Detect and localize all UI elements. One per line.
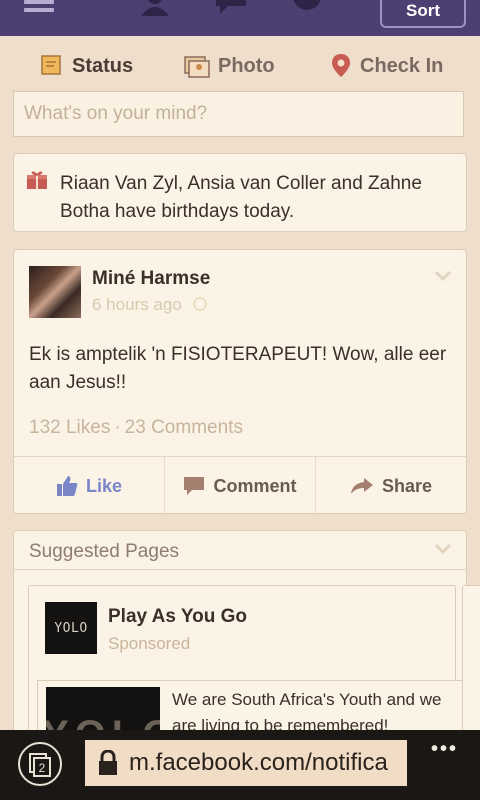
next-suggested-page-card[interactable] — [462, 585, 480, 730]
ad-banner-text: YOLO — [46, 713, 160, 730]
tabs-icon: 2 — [29, 753, 51, 777]
tab-photo[interactable]: Photo — [184, 48, 275, 84]
like-label: Like — [85, 475, 123, 496]
comment-icon — [184, 477, 205, 495]
tab-check-in[interactable]: Check In — [330, 48, 443, 84]
suggested-page-card[interactable]: YOLO Play As You Go Sponsored YOLO We ar… — [28, 585, 471, 730]
post-time: 6 hours ago — [92, 295, 207, 315]
tab-check-in-label: Check In — [360, 54, 444, 77]
menu-icon[interactable] — [24, 0, 54, 16]
share-button[interactable]: Share — [316, 457, 466, 515]
share-label: Share — [381, 475, 433, 496]
ad-banner-image: YOLO — [46, 687, 160, 730]
status-input[interactable] — [13, 91, 464, 137]
page-logo[interactable]: YOLO — [45, 602, 97, 654]
more-options-icon[interactable]: ••• — [431, 738, 458, 761]
share-arrow-icon — [350, 478, 373, 494]
comment-button[interactable]: Comment — [165, 457, 316, 515]
messages-icon[interactable] — [214, 0, 248, 16]
tab-status-label: Status — [72, 54, 134, 77]
page-logo-text: YOLO — [54, 620, 88, 636]
browser-address-bar: 2 m.facebook.com/notifica ••• — [0, 730, 480, 800]
thumbs-up-icon — [56, 476, 78, 496]
post-actions: Like Comment Share — [14, 456, 466, 515]
comments-count[interactable]: 23 Comments — [125, 417, 243, 438]
lock-icon — [99, 750, 117, 775]
tab-status[interactable]: Status — [40, 48, 133, 84]
ad-description: We are South Africa's Youth and we are l… — [172, 690, 442, 730]
url-field[interactable]: m.facebook.com/notifica — [85, 740, 407, 786]
svg-text:2: 2 — [39, 761, 46, 775]
divider — [14, 569, 466, 570]
friends-icon[interactable] — [138, 0, 172, 16]
post-time-label: 6 hours ago — [92, 295, 182, 314]
birthday-card[interactable]: Riaan Van Zyl, Ansia van Coller and Zahn… — [13, 153, 467, 232]
url-text: m.facebook.com/notifica — [129, 749, 388, 776]
sponsored-label: Sponsored — [108, 634, 191, 653]
chevron-down-icon[interactable] — [434, 270, 452, 282]
ad-preview[interactable]: YOLO We are South Africa's Youth and we … — [37, 680, 471, 730]
page-name[interactable]: Play As You Go — [108, 606, 247, 628]
status-note-icon — [41, 55, 61, 75]
post-counts: 132 Likes · 23 Comments — [29, 417, 243, 439]
sort-button[interactable]: Sort — [380, 0, 466, 28]
suggested-pages-title: Suggested Pages — [29, 541, 180, 562]
post-body: Ek is amptelik 'n FISIOTERAPEUT! Wow, al… — [29, 344, 447, 393]
notifications-globe-icon[interactable] — [290, 0, 324, 16]
composer-tabs: Status Photo Check In — [14, 48, 466, 84]
post-author[interactable]: Miné Harmse — [92, 268, 210, 290]
likes-count[interactable]: 132 Likes — [29, 417, 110, 438]
news-feed-post: Miné Harmse 6 hours ago Ek is amptelik '… — [13, 249, 467, 515]
gift-icon — [27, 171, 47, 189]
avatar[interactable] — [29, 266, 81, 318]
tab-photo-label: Photo — [218, 54, 275, 77]
top-nav-bar: Sort — [0, 0, 480, 36]
map-pin-icon — [332, 54, 350, 77]
suggested-pages-card: Suggested Pages YOLO Play As You Go Spon… — [13, 530, 480, 730]
like-button[interactable]: Like — [14, 457, 165, 515]
chevron-down-icon[interactable] — [434, 543, 452, 555]
tabs-button[interactable]: 2 — [18, 742, 62, 786]
birthday-text: Riaan Van Zyl, Ansia van Coller and Zahn… — [60, 173, 422, 222]
audience-icon — [192, 297, 207, 311]
count-separator: · — [114, 417, 121, 438]
photo-icon — [184, 56, 210, 78]
comment-label: Comment — [213, 475, 297, 496]
facebook-app: Sort Status Photo Check In Riaan Van Zyl… — [0, 0, 480, 730]
